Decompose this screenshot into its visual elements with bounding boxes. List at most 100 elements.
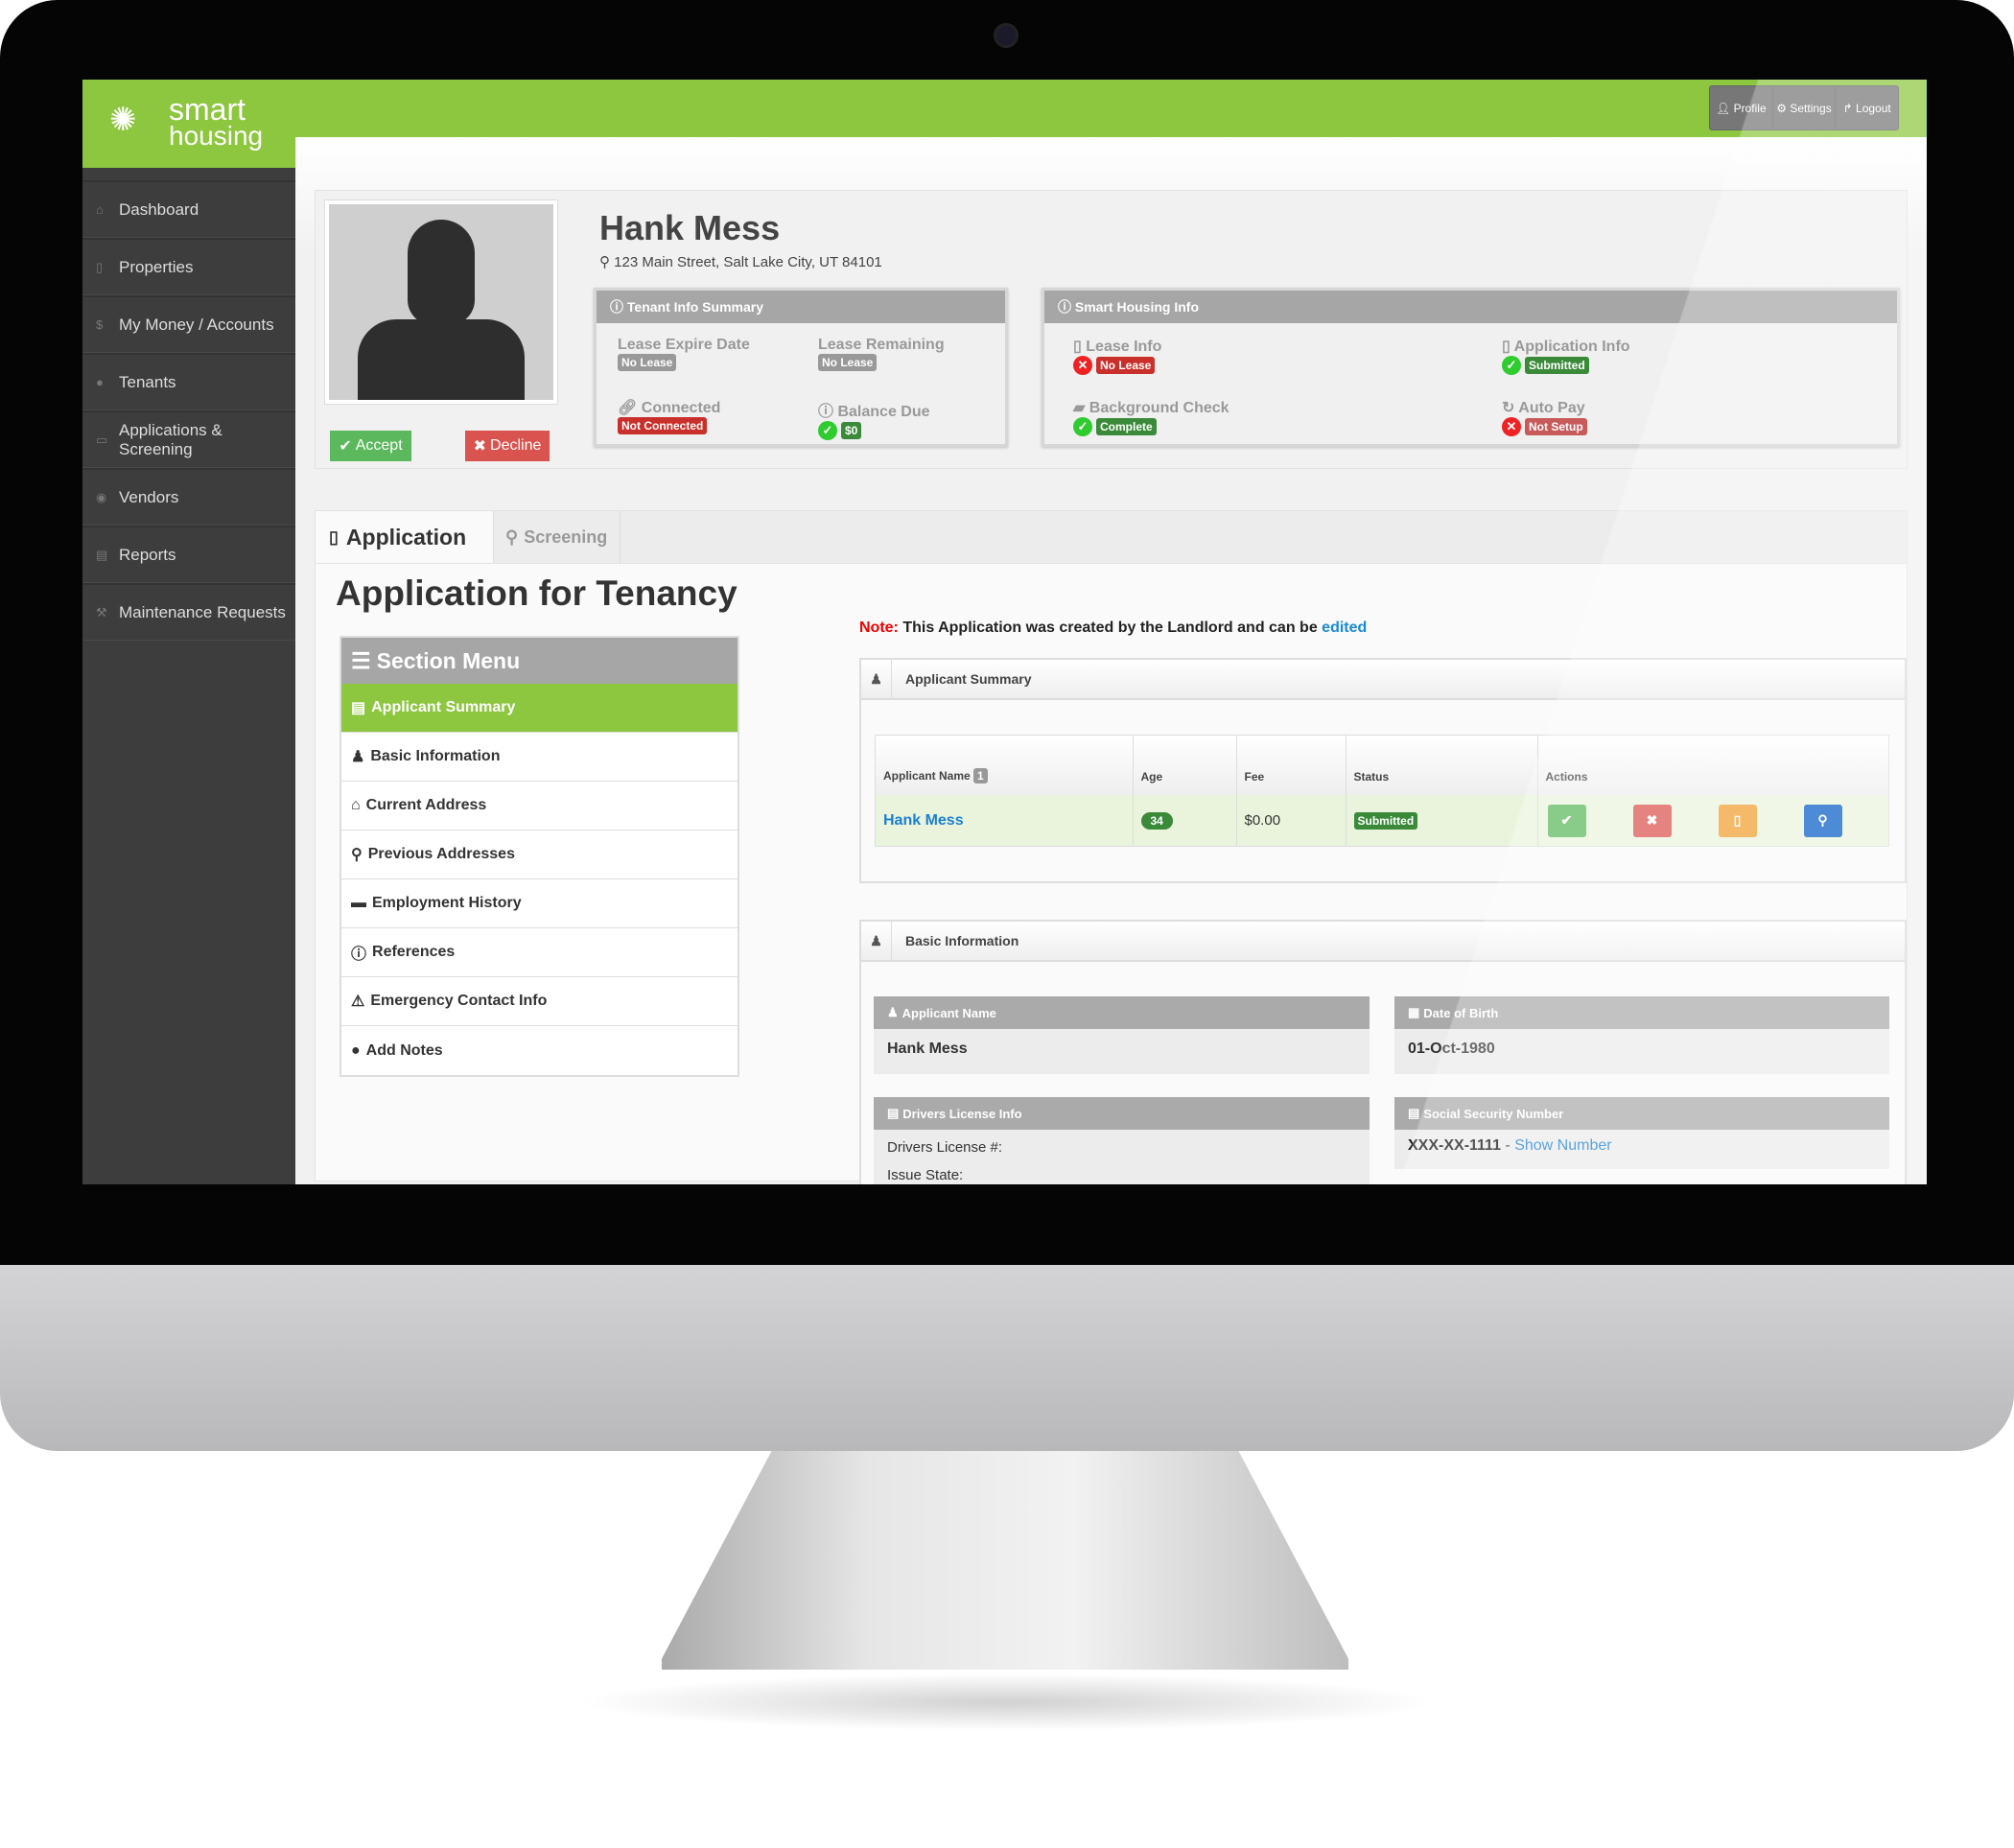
- section-menu-item[interactable]: ⌂ Current Address: [341, 782, 738, 830]
- view-button[interactable]: ⚲: [1803, 804, 1842, 837]
- logo-text: smart: [169, 92, 246, 127]
- x-circle-icon: ✕: [1502, 417, 1521, 436]
- field-label: Application Info: [1513, 339, 1630, 355]
- column-header: Fee: [1236, 736, 1347, 795]
- logout-icon: ↱: [1842, 101, 1853, 115]
- status-badge: Submitted: [1353, 811, 1418, 830]
- folder-icon: ▰: [1073, 400, 1086, 416]
- status-badge: No Lease: [818, 354, 878, 371]
- label: Applications & Screening: [119, 420, 222, 458]
- info-icon: ⓘ: [351, 947, 367, 963]
- tab-screening[interactable]: ⚲ Screening: [494, 511, 621, 563]
- check-circle-icon: ✓: [818, 421, 837, 440]
- dob-value: 01-Oct-1980: [1408, 1041, 1495, 1057]
- stand-shadow: [575, 1673, 1439, 1731]
- sidebar-item-dashboard[interactable]: ⌂ Dashboard: [82, 180, 295, 238]
- applicant-name-value: Hank Mess: [887, 1041, 968, 1057]
- warning-icon: ⚠: [351, 994, 365, 1010]
- document-button[interactable]: ▯: [1718, 804, 1757, 837]
- sidebar-item-properties[interactable]: ▯ Properties: [82, 238, 295, 295]
- gear-icon: ⚙: [1776, 101, 1788, 115]
- avatar: [324, 199, 558, 405]
- approve-button[interactable]: ✔: [1547, 804, 1586, 837]
- logo[interactable]: ✺ smart housing: [82, 80, 295, 168]
- label: Reports: [119, 545, 176, 564]
- panel-title: Basic Information: [905, 933, 1019, 948]
- drivers-license-box: ▤ Drivers License Info Drivers License #:…: [874, 1097, 1370, 1184]
- tab-application[interactable]: ▯ Application: [316, 511, 494, 563]
- x-icon: ✖: [473, 438, 487, 455]
- applicant-name-link[interactable]: Hank Mess: [883, 812, 964, 829]
- sidebar-item-vendors[interactable]: ◉ Vendors: [82, 468, 295, 526]
- section-menu-item[interactable]: ▬ Employment History: [341, 879, 738, 928]
- edit-link[interactable]: edited: [1322, 620, 1367, 636]
- status-badge: No Lease: [618, 354, 677, 371]
- label: Employment History: [372, 895, 522, 911]
- column-header: Age: [1133, 736, 1237, 795]
- reject-button[interactable]: ✖: [1632, 804, 1672, 837]
- tab-label: Application: [345, 524, 467, 550]
- note-text: This Application was created by the Land…: [902, 620, 1318, 636]
- applicant-name-box: ♟ Applicant Name Hank Mess: [874, 996, 1370, 1074]
- label: Drivers License Info: [902, 1106, 1022, 1121]
- x-circle-icon: ✕: [1073, 356, 1092, 375]
- info-icon: ⓘ: [818, 404, 834, 420]
- count-badge: 1: [973, 768, 988, 784]
- section-menu-item[interactable]: ● Add Notes: [341, 1026, 738, 1075]
- section-menu-item[interactable]: ▤ Applicant Summary: [341, 684, 738, 733]
- home-icon: ⌂: [96, 202, 104, 217]
- decline-button[interactable]: ✖ Decline: [465, 431, 550, 461]
- logo-sun-icon: ✺: [109, 102, 137, 138]
- accept-button[interactable]: ✔ Accept: [330, 431, 411, 461]
- sidebar-item-money[interactable]: $ My Money / Accounts: [82, 295, 295, 353]
- section-menu-item[interactable]: ⚠ Emergency Contact Info: [341, 977, 738, 1026]
- list-alt-icon: ▤: [351, 700, 366, 716]
- monitor-stand: [662, 1451, 1348, 1670]
- dob-box: ▦ Date of Birth 01-Oct-1980: [1394, 996, 1889, 1074]
- user-icon: ♟: [861, 922, 892, 960]
- dollar-icon: $: [96, 317, 104, 332]
- field-label: Background Check: [1089, 400, 1229, 416]
- x-icon: ✖: [1646, 812, 1658, 828]
- applicant-table: Applicant Name 1 Age Fee Status Actions …: [875, 735, 1889, 847]
- label: References: [372, 944, 456, 960]
- label: Properties: [119, 257, 194, 276]
- home-icon: ⌂: [351, 797, 361, 813]
- profile-address: 123 Main Street, Salt Lake City, UT 8410…: [614, 254, 882, 270]
- vendor-icon: ◉: [96, 489, 107, 504]
- refresh-icon: ↻: [1502, 400, 1515, 416]
- list-icon: ☰: [351, 647, 371, 673]
- smart-housing-panel: ⓘ Smart Housing Info ▯ Lease Info ✕ No Lea…: [1042, 288, 1900, 447]
- label: Applicant Summary: [371, 699, 516, 715]
- section-menu-item[interactable]: ♟ Basic Information: [341, 733, 738, 782]
- show-number-link[interactable]: Show Number: [1514, 1137, 1611, 1154]
- user-icon: ♟: [351, 749, 365, 765]
- profile-button[interactable]: 👤︎ Profile: [1710, 86, 1773, 129]
- label: Dashboard: [119, 199, 199, 219]
- label: Applicant Name: [902, 1005, 996, 1020]
- label: My Money / Accounts: [119, 315, 274, 334]
- panel-title: Smart Housing Info: [1074, 299, 1200, 315]
- sidebar-item-maintenance[interactable]: ⚒ Maintenance Requests: [82, 583, 295, 641]
- column-header: Status: [1346, 736, 1538, 795]
- settings-button[interactable]: ⚙ Settings: [1773, 86, 1837, 129]
- monitor-chin: [0, 1265, 2014, 1451]
- sidebar-item-reports[interactable]: ▤ Reports: [82, 526, 295, 583]
- basic-information-panel: ♟ Basic Information ♟ Applicant Name Hank …: [859, 920, 1907, 1184]
- logout-button[interactable]: ↱ Logout: [1836, 86, 1898, 129]
- file-icon: ▯: [1073, 339, 1082, 355]
- sidebar-item-tenants[interactable]: ● Tenants: [82, 353, 295, 410]
- panel-title: Applicant Summary: [905, 671, 1032, 687]
- sidebar-item-applications[interactable]: ▭ Applications & Screening: [82, 410, 295, 468]
- dl-state-label: Issue State:: [887, 1167, 964, 1183]
- info-icon: ⓘ: [1058, 299, 1075, 315]
- section-menu-item[interactable]: ⓘ References: [341, 928, 738, 977]
- note: Note: This Application was created by th…: [859, 620, 1367, 637]
- map-marker-icon: ⚲: [599, 254, 615, 270]
- dl-number-label: Drivers License #:: [887, 1139, 1003, 1156]
- users-icon: ●: [96, 375, 104, 389]
- ssn-box: ▤ Social Security Number XXX-XX-1111 - Sh…: [1394, 1097, 1889, 1169]
- section-menu-item[interactable]: ⚲ Previous Addresses: [341, 830, 738, 879]
- status-badge: No Lease: [1096, 357, 1156, 375]
- label: Tenants: [119, 372, 176, 391]
